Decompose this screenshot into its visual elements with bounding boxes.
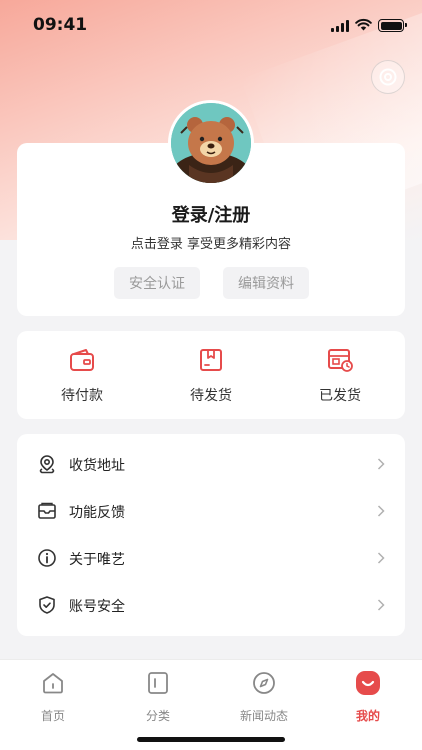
compass-icon [253, 672, 275, 694]
info-icon [38, 549, 56, 567]
order-shipped[interactable]: 已发货 [295, 347, 385, 405]
category-icon [148, 672, 168, 694]
chevron-right-icon [377, 458, 385, 470]
menu-item-label: 关于唯艺 [69, 552, 125, 568]
signal-icon [331, 20, 350, 32]
menu-item-label: 收货地址 [69, 458, 125, 474]
home-icon [43, 673, 63, 694]
edit-profile-button[interactable]: 编辑资料 [223, 267, 309, 299]
target-icon [379, 68, 397, 86]
home-indicator[interactable] [137, 737, 285, 742]
tab-label: 分类 [145, 709, 170, 723]
menu-item-shipping-address[interactable]: 收货地址 [17, 441, 405, 488]
menu-item-feedback[interactable]: 功能反馈 [17, 488, 405, 535]
tab-label: 我的 [355, 709, 380, 723]
settings-button[interactable] [371, 60, 405, 94]
package-icon [200, 349, 222, 371]
tab-label: 首页 [40, 709, 65, 723]
wifi-icon [355, 18, 372, 31]
settings-menu-card: 收货地址 功能反馈 关于唯艺 账号安全 [17, 434, 405, 636]
order-label: 已发货 [319, 388, 361, 404]
tab-category[interactable]: 分类 [123, 670, 193, 724]
security-verification-button[interactable]: 安全认证 [114, 267, 200, 299]
chevron-right-icon [377, 552, 385, 564]
menu-item-label: 功能反馈 [69, 505, 125, 521]
menu-item-about[interactable]: 关于唯艺 [17, 535, 405, 582]
tab-news[interactable]: 新闻动态 [229, 670, 299, 724]
orders-card: 待付款 待发货 已发货 [17, 331, 405, 419]
order-pending-shipment[interactable]: 待发货 [166, 347, 256, 405]
login-register-title[interactable]: 登录/注册 [17, 201, 405, 227]
shipped-icon [328, 349, 353, 372]
shield-icon [39, 596, 55, 614]
bear-avatar-icon [171, 103, 251, 183]
order-pending-payment[interactable]: 待付款 [37, 347, 127, 405]
status-bar: 09:41 [0, 0, 422, 52]
mail-icon [38, 502, 56, 519]
tab-label: 新闻动态 [239, 709, 288, 723]
order-label: 待付款 [61, 388, 103, 404]
menu-item-account-security[interactable]: 账号安全 [17, 582, 405, 629]
chevron-right-icon [377, 505, 385, 517]
location-icon [39, 455, 55, 474]
status-time: 09:41 [33, 15, 88, 35]
avatar[interactable] [168, 100, 254, 186]
profile-icon [356, 671, 380, 695]
login-subtitle: 点击登录 享受更多精彩内容 [130, 237, 292, 252]
wallet-icon [70, 349, 94, 371]
tab-home[interactable]: 首页 [18, 670, 88, 724]
order-label: 待发货 [190, 388, 232, 404]
menu-item-label: 账号安全 [69, 599, 125, 615]
battery-icon [378, 19, 407, 32]
chevron-right-icon [377, 599, 385, 611]
tab-mine[interactable]: 我的 [333, 670, 403, 724]
